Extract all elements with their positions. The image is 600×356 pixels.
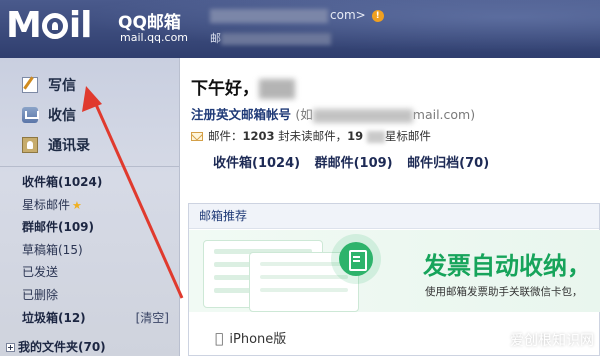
- sidebar-main-actions: 写信 收信 通讯录: [0, 58, 179, 160]
- star-count[interactable]: 19: [347, 129, 363, 143]
- mock-line: [260, 288, 348, 292]
- quick-link-group[interactable]: 群邮件(109): [315, 156, 393, 171]
- folder-starred-label: 星标邮件: [22, 197, 71, 212]
- redacted-username: [210, 8, 328, 23]
- inbox-label: 收信: [48, 108, 76, 124]
- brand-name: QQ邮箱: [118, 13, 181, 33]
- quick-link-inbox[interactable]: 收件箱(1024): [213, 156, 300, 171]
- my-folders-label: 我的文件夹(70): [18, 340, 106, 354]
- iphone-label: iPhone版: [221, 332, 286, 347]
- register-english-account[interactable]: 注册英文邮箱帐号 (如 mail.com): [191, 104, 475, 123]
- register-example-tail: mail.com): [412, 107, 476, 122]
- mock-line: [260, 275, 348, 279]
- iphone-app-link[interactable]: iPhone版: [215, 328, 286, 347]
- panel-title: 邮箱推荐: [189, 204, 599, 229]
- user-account[interactable]: com>!: [210, 8, 384, 23]
- unread-suffix: 封未读邮件，: [278, 129, 348, 143]
- folder-group-mail[interactable]: 群邮件(109): [22, 216, 179, 239]
- clear-spam-button[interactable]: [清空]: [136, 307, 169, 330]
- apple-icon: : [215, 331, 223, 347]
- folder-deleted[interactable]: 已删除: [22, 284, 179, 307]
- brand-domain: mail.qq.com: [120, 31, 189, 44]
- invoice-icon: [339, 242, 373, 276]
- compose-label: 写信: [48, 78, 76, 94]
- register-label: 注册英文邮箱帐号: [191, 107, 292, 122]
- folder-spam-label: 垃圾箱(12): [22, 310, 86, 325]
- redacted-name: [259, 79, 295, 99]
- user-subline-prefix: 邮: [210, 32, 221, 45]
- redacted-example: [312, 108, 413, 123]
- folder-list: 收件箱(1024) 星标邮件 ★ 群邮件(109) 草稿箱(15) 已发送 已删除…: [0, 171, 179, 329]
- contacts-icon: [22, 137, 38, 153]
- contacts-button[interactable]: 通讯录: [22, 130, 179, 160]
- envelope-icon: [191, 132, 203, 141]
- contacts-label: 通讯录: [48, 138, 90, 154]
- inbox-icon: [22, 107, 39, 123]
- user-subline: 邮: [210, 30, 331, 46]
- mock-line: [260, 262, 348, 266]
- user-email-suffix: com>: [330, 8, 366, 22]
- folder-sent[interactable]: 已发送: [22, 261, 179, 284]
- logo-letter-m: M: [6, 5, 42, 46]
- redacted-text: [366, 130, 385, 143]
- logo-letters-il: il: [68, 5, 93, 46]
- register-example-open: (如: [295, 107, 313, 122]
- folder-spam[interactable]: 垃圾箱(12) [清空]: [22, 307, 179, 330]
- mail-summary: 邮件：1203 封未读邮件，19 星标邮件: [191, 128, 431, 144]
- mail-logo[interactable]: Mil: [6, 5, 93, 46]
- logo-ring-icon: [41, 13, 68, 39]
- folder-inbox[interactable]: 收件箱(1024): [22, 171, 179, 194]
- my-folders[interactable]: + 我的文件夹(70): [6, 338, 106, 355]
- sidebar: 写信 收信 通讯录 收件箱(1024) 星标邮件 ★ 群邮件(109) 草稿箱(1…: [0, 58, 180, 356]
- compose-button[interactable]: 写信: [22, 70, 179, 100]
- banner-title: 发票自动收纳，: [423, 252, 591, 280]
- folder-starred[interactable]: 星标邮件 ★: [22, 194, 179, 217]
- invoice-banner[interactable]: 发票自动收纳， 使用邮箱发票助手关联微信卡包，: [189, 230, 600, 312]
- main-content: 下午好， 注册英文邮箱帐号 (如 mail.com) 邮件：1203 封未读邮件，…: [181, 58, 600, 356]
- quick-links: 收件箱(1024) 群邮件(109) 邮件归档(70): [213, 152, 499, 171]
- sidebar-divider: [0, 166, 179, 167]
- greeting-text: 下午好，: [191, 79, 259, 99]
- quick-link-archive[interactable]: 邮件归档(70): [407, 156, 489, 171]
- inbox-button[interactable]: 收信: [22, 100, 179, 130]
- top-header: Mil QQ邮箱 mail.qq.com com>! 邮: [0, 0, 600, 58]
- folder-drafts[interactable]: 草稿箱(15): [22, 239, 179, 262]
- expand-icon[interactable]: +: [6, 343, 15, 352]
- pencil-icon: [22, 77, 38, 93]
- greeting: 下午好，: [191, 74, 295, 99]
- star-suffix: 星标邮件: [384, 129, 431, 143]
- redacted-subline: [221, 33, 331, 45]
- unread-count[interactable]: 1203: [243, 129, 275, 143]
- star-icon: ★: [72, 198, 82, 212]
- watermark: 爱创根知识网: [510, 333, 594, 349]
- mail-info-prefix: 邮件：: [208, 129, 243, 143]
- alert-icon[interactable]: !: [371, 9, 384, 22]
- banner-subtitle: 使用邮箱发票助手关联微信卡包，: [425, 286, 583, 298]
